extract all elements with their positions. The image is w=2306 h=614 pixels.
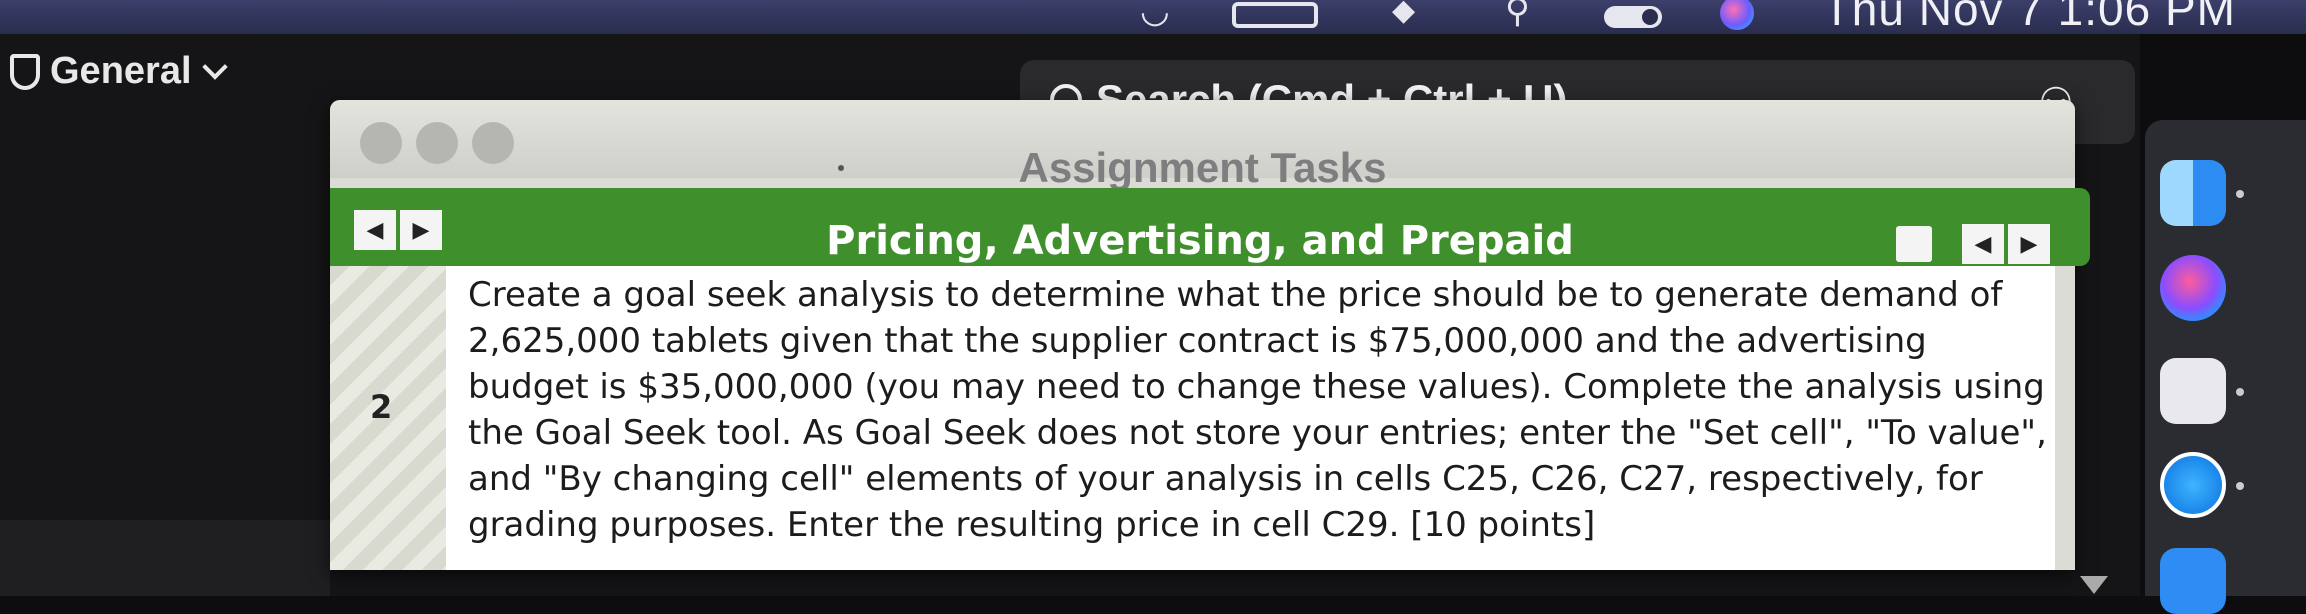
siri-icon[interactable]	[1720, 0, 1754, 30]
menu-bar: ◡ ◆ ⚲ Thu Nov 7 1:06 PM	[0, 0, 2306, 36]
control-center-icon[interactable]	[1604, 6, 1662, 28]
shield-icon	[10, 53, 40, 90]
scroll-down-arrow-icon[interactable]	[2080, 576, 2108, 594]
siri-icon[interactable]	[2160, 255, 2226, 321]
chevron-down-icon	[201, 53, 228, 80]
next-task-button[interactable]: ▶	[2008, 224, 2050, 264]
menubar-clock[interactable]: Thu Nov 7 1:06 PM	[1823, 0, 2236, 36]
checkbox-icon[interactable]	[1896, 226, 1932, 262]
prev-task-button[interactable]: ◀	[1962, 224, 2004, 264]
workspace-label: General	[50, 50, 192, 92]
assignment-tasks-dialog: Assignment Tasks ◀ ▶ Pricing, Advertisin…	[330, 100, 2090, 570]
launchpad-icon[interactable]	[2160, 358, 2226, 424]
running-indicator	[2236, 388, 2244, 396]
mail-icon[interactable]	[2160, 548, 2226, 614]
task-content: 2 Create a goal seek analysis to determi…	[330, 266, 2055, 570]
sidebar-panel	[0, 520, 330, 596]
task-number-column: 2	[330, 266, 446, 570]
finder-icon[interactable]	[2160, 160, 2226, 226]
next-section-button[interactable]: ▶	[400, 210, 442, 250]
section-nav-right: ◀ ▶	[1962, 224, 2050, 264]
safari-icon[interactable]	[2160, 452, 2226, 518]
battery-icon[interactable]	[1232, 2, 1318, 28]
prev-section-button[interactable]: ◀	[354, 210, 396, 250]
section-nav-left: ◀ ▶	[354, 210, 442, 250]
search-icon[interactable]: ⚲	[1505, 0, 1530, 28]
workspace-selector[interactable]: General	[10, 50, 228, 93]
task-description: Create a goal seek analysis to determine…	[468, 275, 2047, 545]
task-number: 2	[370, 388, 393, 426]
wifi-icon[interactable]: ◡	[1140, 0, 1170, 28]
brightness-icon[interactable]: ◆	[1392, 0, 1415, 28]
running-indicator	[2236, 190, 2244, 198]
running-indicator	[2236, 482, 2244, 490]
dialog-title: Assignment Tasks	[1018, 144, 1387, 191]
